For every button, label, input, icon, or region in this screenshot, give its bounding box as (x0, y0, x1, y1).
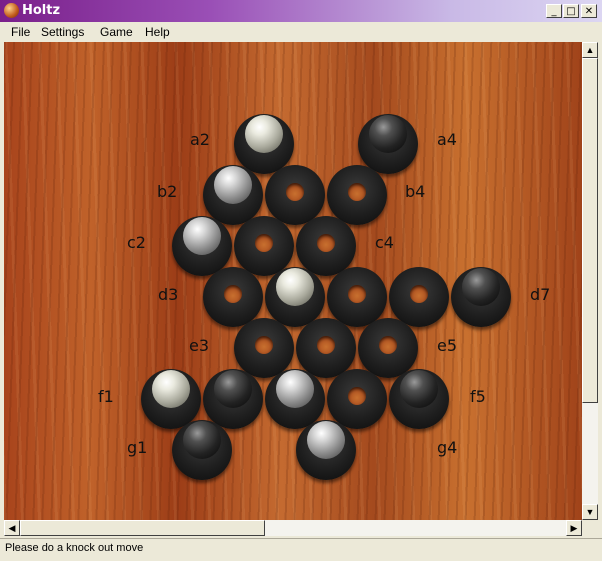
menu-bar: File Settings Game Help (0, 22, 602, 42)
coord-label-e5: e5 (437, 336, 458, 355)
marble-black[interactable] (214, 370, 252, 408)
board-ring[interactable] (327, 165, 387, 225)
coord-label-g4: g4 (437, 438, 458, 457)
minimize-button[interactable]: _ (546, 4, 562, 18)
close-button[interactable]: ✕ (581, 4, 597, 18)
ring-hole (255, 336, 273, 354)
menu-file[interactable]: File (11, 25, 30, 39)
marble-black[interactable] (462, 268, 500, 306)
ring-hole (255, 234, 273, 252)
maximize-button[interactable]: □ (563, 4, 579, 18)
marble-white[interactable] (245, 115, 283, 153)
board-ring[interactable] (265, 267, 325, 327)
coord-label-e3: e3 (189, 336, 210, 355)
board-ring[interactable] (296, 216, 356, 276)
coord-label-g1: g1 (127, 438, 148, 457)
menu-settings[interactable]: Settings (41, 25, 84, 39)
marble-black[interactable] (369, 115, 407, 153)
scroll-right-arrow-icon[interactable]: ▶ (566, 520, 582, 536)
marble-white[interactable] (276, 268, 314, 306)
status-bar: Please do a knock out move (0, 538, 602, 561)
coord-label-d3: d3 (158, 285, 179, 304)
coord-label-b4: b4 (405, 182, 426, 201)
board-ring[interactable] (296, 420, 356, 480)
board-ring[interactable] (141, 369, 201, 429)
marble-black[interactable] (183, 421, 221, 459)
scroll-up-arrow-icon[interactable]: ▲ (582, 42, 598, 58)
scroll-down-arrow-icon[interactable]: ▼ (582, 504, 598, 520)
coord-label-c2: c2 (127, 233, 146, 252)
board-ring[interactable] (265, 165, 325, 225)
board-ring[interactable] (389, 267, 449, 327)
holtz-app-icon (4, 3, 19, 18)
board-ring[interactable] (234, 216, 294, 276)
marble-grey[interactable] (276, 370, 314, 408)
coord-label-a4: a4 (437, 130, 457, 149)
scrollbar-corner (582, 520, 598, 536)
ring-hole (224, 285, 242, 303)
horizontal-scrollbar[interactable]: ◀ ▶ (4, 520, 582, 536)
board-ring[interactable] (389, 369, 449, 429)
ring-hole (317, 336, 335, 354)
board-ring[interactable] (172, 420, 232, 480)
game-board[interactable]: a2 a4 b2 b4 c2 c4 d3 d7 e3 e5 f1 f5 g1 g… (4, 42, 582, 520)
menu-game[interactable]: Game (100, 25, 133, 39)
ring-hole (410, 285, 428, 303)
board-ring[interactable] (234, 114, 294, 174)
horizontal-scroll-thumb[interactable] (20, 520, 265, 536)
ring-hole (379, 336, 397, 354)
marble-grey[interactable] (214, 166, 252, 204)
ring-hole (348, 285, 366, 303)
marble-grey[interactable] (307, 421, 345, 459)
ring-hole (286, 183, 304, 201)
menu-help[interactable]: Help (145, 25, 170, 39)
coord-label-f1: f1 (98, 387, 114, 406)
ring-hole (348, 387, 366, 405)
coord-label-a2: a2 (190, 130, 210, 149)
board-ring[interactable] (172, 216, 232, 276)
marble-white[interactable] (152, 370, 190, 408)
window-title: Holtz (22, 3, 61, 18)
coord-label-c4: c4 (375, 233, 394, 252)
holtz-window: Holtz _ □ ✕ File Settings Game Help a2 a… (0, 0, 602, 561)
vertical-scrollbar[interactable]: ▲ ▼ (582, 42, 598, 520)
scroll-left-arrow-icon[interactable]: ◀ (4, 520, 20, 536)
board-ring[interactable] (203, 369, 263, 429)
board-ring[interactable] (234, 318, 294, 378)
marble-black[interactable] (400, 370, 438, 408)
status-message: Please do a knock out move (5, 542, 144, 554)
board-ring[interactable] (265, 369, 325, 429)
board-ring[interactable] (451, 267, 511, 327)
board-ring[interactable] (358, 318, 418, 378)
board-ring[interactable] (296, 318, 356, 378)
board-ring[interactable] (358, 114, 418, 174)
coord-label-f5: f5 (470, 387, 486, 406)
title-bar[interactable]: Holtz _ □ ✕ (0, 0, 602, 22)
board-ring[interactable] (203, 267, 263, 327)
coord-label-b2: b2 (157, 182, 178, 201)
board-ring[interactable] (327, 369, 387, 429)
ring-hole (348, 183, 366, 201)
ring-hole (317, 234, 335, 252)
coord-label-d7: d7 (530, 285, 551, 304)
board-ring[interactable] (327, 267, 387, 327)
board-ring[interactable] (203, 165, 263, 225)
marble-grey[interactable] (183, 217, 221, 255)
vertical-scroll-thumb[interactable] (582, 58, 598, 403)
